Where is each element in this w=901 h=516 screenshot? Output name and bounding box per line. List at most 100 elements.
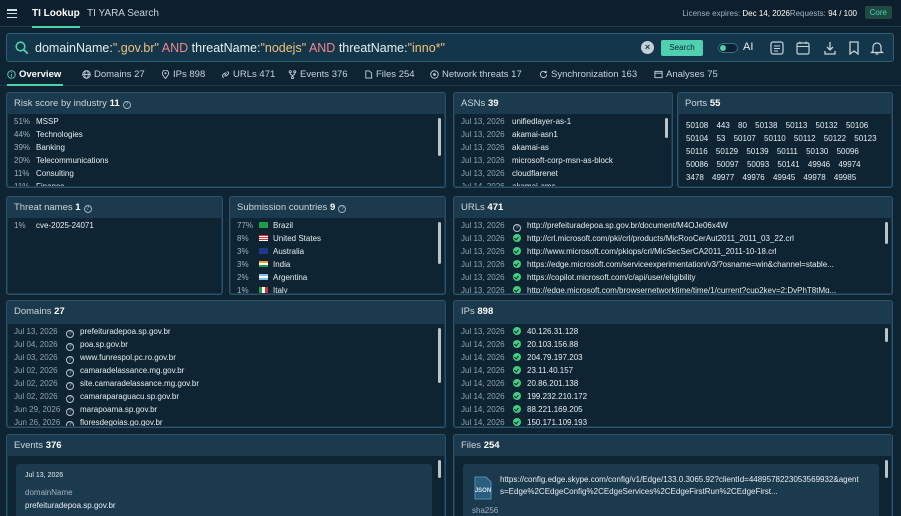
table-row[interactable]: Jul 14, 2026 20.103.156.88 [461,338,578,351]
table-row[interactable]: Jul 13, 2026 cloudflarenet [461,167,558,180]
row-value: 40.126.31.128 [527,327,579,336]
syntax-icon[interactable] [769,40,785,56]
event-field: domainName [25,488,73,497]
list-item[interactable]: 2% Argentina [237,271,307,284]
risk-list[interactable]: 51% MSSP 44% Technologies 39% Banking 20% Telec… [8,114,444,186]
table-row[interactable]: Jul 13, 2026 https://edge.microsoft.com/s… [461,258,834,271]
events-list[interactable]: Jul 13, 2026 domainName prefeituradepoa.… [8,456,444,516]
list-item[interactable]: 77% Brazil [237,219,293,232]
scrollbar[interactable] [885,328,888,342]
clear-icon[interactable]: × [641,41,654,54]
scrollbar[interactable] [665,118,668,138]
scrollbar[interactable] [438,460,441,478]
tab-ti-lookup[interactable]: TI Lookup [32,8,80,28]
list-item[interactable]: 20% Telecommunications [14,154,108,167]
bookmark-icon[interactable] [846,40,862,56]
urls-list[interactable]: Jul 13, 2026? http://prefeituradepoa.sp.g… [455,218,891,293]
requests-value: 94 / 100 [828,9,857,18]
info-icon[interactable]: ? [122,101,131,109]
search-icon [15,41,29,55]
asns-list[interactable]: Jul 13, 2026 unifiedlayer-as-1 Jul 13, 202… [455,114,671,186]
table-row[interactable]: Jul 13, 2026 akamai-asn1 [461,128,558,141]
scrollbar[interactable] [438,328,441,383]
tab-ti-yara-search[interactable]: TI YARA Search [87,8,159,19]
table-row[interactable]: Jul 13, 2026? prefeituradepoa.sp.gov.br [14,325,171,338]
info-icon[interactable]: ? [338,205,347,213]
list-item[interactable]: 8% United States [237,232,321,245]
table-row[interactable]: Jul 14, 2026 150.171.109.193 [461,416,587,426]
window-icon [654,70,663,79]
tab-analyses[interactable]: Analyses 75 [654,69,718,80]
table-row[interactable]: Jul 13, 2026? http://prefeituradepoa.sp.g… [461,219,728,232]
scrollbar[interactable] [438,222,441,264]
scrollbar[interactable] [885,460,888,478]
table-row[interactable]: Jul 14, 2026 88.221.169.205 [461,403,583,416]
table-row[interactable]: Jun 26, 2026? floresdegoias.go.gov.br [14,416,163,426]
table-row[interactable]: Jul 14, 2026akamai-ams [461,180,556,186]
scrollbar[interactable] [438,118,441,156]
search-button[interactable]: Search [661,40,703,56]
event-card[interactable]: Jul 13, 2026 domainName prefeituradepoa.… [16,464,432,516]
tab-count: 17 [511,69,522,80]
list-item[interactable]: 1% cve-2025-24071 [14,219,94,232]
table-row[interactable]: Jul 13, 2026 40.126.31.128 [461,325,578,338]
threat-names-list[interactable]: 1% cve-2025-24071 [8,218,221,293]
list-item[interactable]: 51% MSSP [14,115,59,128]
scrollbar[interactable] [885,222,888,244]
menu-icon[interactable] [7,9,17,18]
info-icon[interactable]: ? [83,205,92,213]
countries-list[interactable]: 77% Brazil 8% United States 3% Australia 3% Ind… [231,218,444,293]
list-item[interactable]: 3% Australia [237,245,304,258]
tab-count: 75 [707,69,718,80]
panel-count: 11 [109,98,120,109]
table-row[interactable]: Jul 14, 2026 199.232.210.172 [461,390,587,403]
table-row[interactable]: Jul 02, 2026? site.camaradelassance.mg.go… [14,377,199,390]
bell-icon[interactable] [869,40,885,56]
list-item[interactable]: 11% Consulting [14,167,74,180]
download-icon[interactable] [822,40,838,56]
search-input[interactable]: domainName:".gov.br" AND threatName:"nod… [35,41,445,55]
row-date: Jul 13, 2026 [461,273,505,282]
link-icon [222,71,229,78]
table-row[interactable]: Jul 04, 2026? poa.sp.gov.br [14,338,128,351]
tab-files[interactable]: Files 254 [364,69,415,80]
table-row[interactable]: Jul 13, 2026 http://www.microsoft.com/pki… [461,245,777,258]
table-row[interactable]: Jul 03, 2026? www.funrespol.pc.ro.gov.br [14,351,176,364]
table-row[interactable]: Jul 14, 2026 23.11.40.157 [461,364,573,377]
files-list[interactable]: JSON https://config.edge.skype.com/confi… [455,456,891,516]
panel-title: Events 376 [14,440,62,451]
list-item[interactable]: 39% Banking [14,141,65,154]
tab-ips[interactable]: IPs 898 [161,69,205,80]
list-item[interactable]: 3% India [237,258,290,271]
table-row[interactable]: Jul 14, 2026 20.86.201.138 [461,377,578,390]
tab-events[interactable]: Events 376 [288,69,348,80]
table-row[interactable]: Jun 29, 2026? marapoama.sp.gov.br [14,403,157,416]
event-value: prefeituradepoa.sp.gov.br [25,501,116,510]
list-item[interactable]: 1% Italy [237,284,288,293]
table-row[interactable]: Jul 13, 2026 microsoft-corp-msn-as-block [461,154,613,167]
table-row[interactable]: Jul 13, 2026 https://copilot.microsoft.co… [461,271,696,284]
tab-synchronization[interactable]: Synchronization 163 [539,69,637,80]
item-value: Technologies [36,130,83,139]
table-row[interactable]: Jul 13, 2026 http://edge.microsoft.com/br… [461,284,836,293]
file-card[interactable]: JSON https://config.edge.skype.com/confi… [463,464,879,516]
list-item[interactable]: 44% Technologies [14,128,83,141]
table-row[interactable]: Jul 13, 2026 http://crl.microsoft.com/pki… [461,232,794,245]
table-row[interactable]: Jul 14, 2026 204.79.197.203 [461,351,583,364]
domains-list[interactable]: Jul 13, 2026? prefeituradepoa.sp.gov.br Ju… [8,324,444,426]
ips-list[interactable]: Jul 13, 2026 40.126.31.128 Jul 14, 2026 20.… [455,324,891,426]
ai-toggle[interactable] [718,43,738,53]
table-row[interactable]: Jul 13, 2026 unifiedlayer-as-1 [461,115,571,128]
table-row[interactable]: Jul 13, 2026 akamai-as [461,141,549,154]
query-token: AND [306,41,339,55]
ports-list[interactable]: 50108 443 80 50138 50113 50132 50106 501… [679,114,891,186]
table-row[interactable]: Jul 02, 2026? camaraparaguacu.sp.gov.br [14,390,179,403]
tab-overview[interactable]: Overview [7,69,64,86]
list-item[interactable]: 11%Finance [14,180,64,186]
calendar-icon[interactable] [795,40,811,56]
item-value: Consulting [36,169,74,178]
tab-domains[interactable]: Domains 27 [82,69,145,80]
table-row[interactable]: Jul 02, 2026? camaradelassance.mg.gov.br [14,364,184,377]
tab-network-threats[interactable]: Network threats 17 [430,69,522,80]
tab-urls[interactable]: URLs 471 [221,69,275,80]
